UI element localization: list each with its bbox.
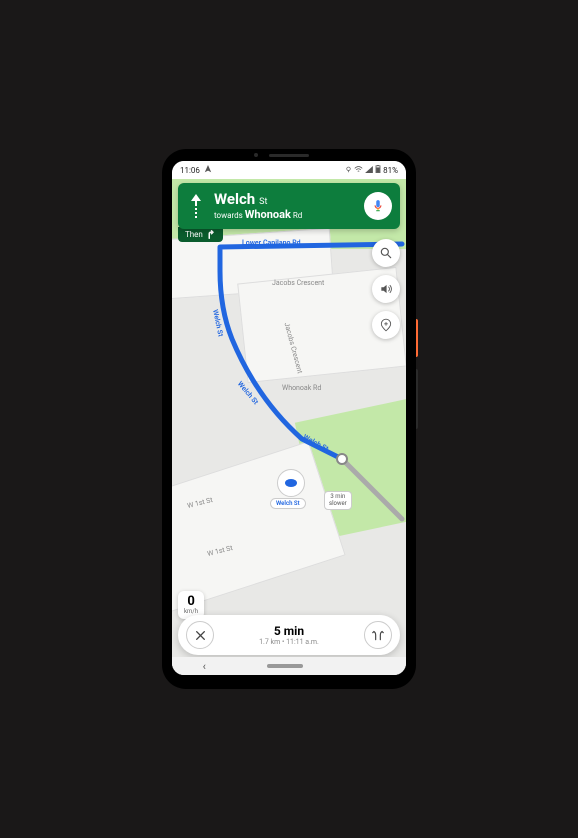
voice-search-button[interactable] <box>364 192 392 220</box>
system-nav-bar: ‹ <box>172 657 406 675</box>
wifi-icon <box>354 166 363 175</box>
report-button[interactable] <box>372 311 400 339</box>
mic-icon <box>371 199 385 213</box>
phone-speaker <box>269 154 309 157</box>
street-label: Jacobs Crescent <box>272 279 324 287</box>
speaker-icon <box>379 282 393 296</box>
nav-indicator-icon <box>204 165 212 175</box>
street-label: Lower Capilano Rd <box>242 239 301 247</box>
route-options-button[interactable] <box>364 621 392 649</box>
location-icon <box>345 166 352 175</box>
navigation-text: Welch St towards Whonoak Rd <box>214 190 356 222</box>
battery-icon <box>375 165 381 175</box>
trip-bottom-bar[interactable]: 5 min 1.7 km • 11:11 a.m. <box>178 615 400 655</box>
phone-frame: 11:06 81% <box>162 149 416 689</box>
alt-route-line2: slower <box>329 501 347 508</box>
search-icon <box>379 246 393 260</box>
status-left: 11:06 <box>180 165 212 175</box>
trip-distance: 1.7 km <box>259 638 280 646</box>
street-label: Welch St <box>211 309 225 338</box>
map-controls <box>372 239 400 339</box>
nav-street: Welch <box>214 190 255 208</box>
destination-label[interactable]: Welch St <box>270 498 306 509</box>
search-button[interactable] <box>372 239 400 267</box>
pin-icon <box>285 479 297 487</box>
nav-street-suffix: St <box>259 197 267 207</box>
screen: 11:06 81% <box>172 161 406 675</box>
turn-right-icon <box>207 230 216 239</box>
alt-routes-icon <box>371 628 385 642</box>
signal-icon <box>365 166 373 175</box>
map-canvas[interactable]: Lower Capilano Rd Jacobs Crescent Jacobs… <box>172 179 406 675</box>
status-time: 11:06 <box>180 166 200 175</box>
status-right: 81% <box>345 165 398 175</box>
direction-arrow-icon <box>186 192 206 220</box>
nav-towards-street: Whonoak <box>245 208 291 221</box>
audio-button[interactable] <box>372 275 400 303</box>
trip-eta: 5 min <box>222 624 356 638</box>
nav-towards-prefix: towards <box>214 211 243 220</box>
close-navigation-button[interactable] <box>186 621 214 649</box>
close-icon <box>194 629 207 642</box>
trip-arrival: 11:11 a.m. <box>286 638 319 646</box>
then-label: Then <box>185 230 203 239</box>
nav-towards-suffix: Rd <box>293 211 302 220</box>
trip-info: 5 min 1.7 km • 11:11 a.m. <box>222 624 356 646</box>
status-bar: 11:06 81% <box>172 161 406 179</box>
back-button[interactable]: ‹ <box>203 660 206 673</box>
trip-sep: • <box>282 638 284 646</box>
street-label: Whonoak Rd <box>282 384 321 392</box>
phone-power-button <box>416 319 418 357</box>
phone-camera-dot <box>254 153 258 157</box>
navigation-card[interactable]: Welch St towards Whonoak Rd <box>178 183 400 229</box>
alt-route-label[interactable]: 3 min slower <box>324 491 352 510</box>
destination-pin[interactable] <box>277 469 305 497</box>
home-pill[interactable] <box>267 664 303 668</box>
speed-value: 0 <box>184 595 198 608</box>
phone-volume-button <box>416 369 418 429</box>
street-label: Welch St <box>236 380 260 406</box>
then-maneuver-tab[interactable]: Then <box>178 227 223 242</box>
speed-unit: km/h <box>184 608 198 615</box>
report-icon <box>379 318 393 332</box>
battery-percentage: 81% <box>383 166 398 175</box>
trip-details: 1.7 km • 11:11 a.m. <box>222 638 356 646</box>
